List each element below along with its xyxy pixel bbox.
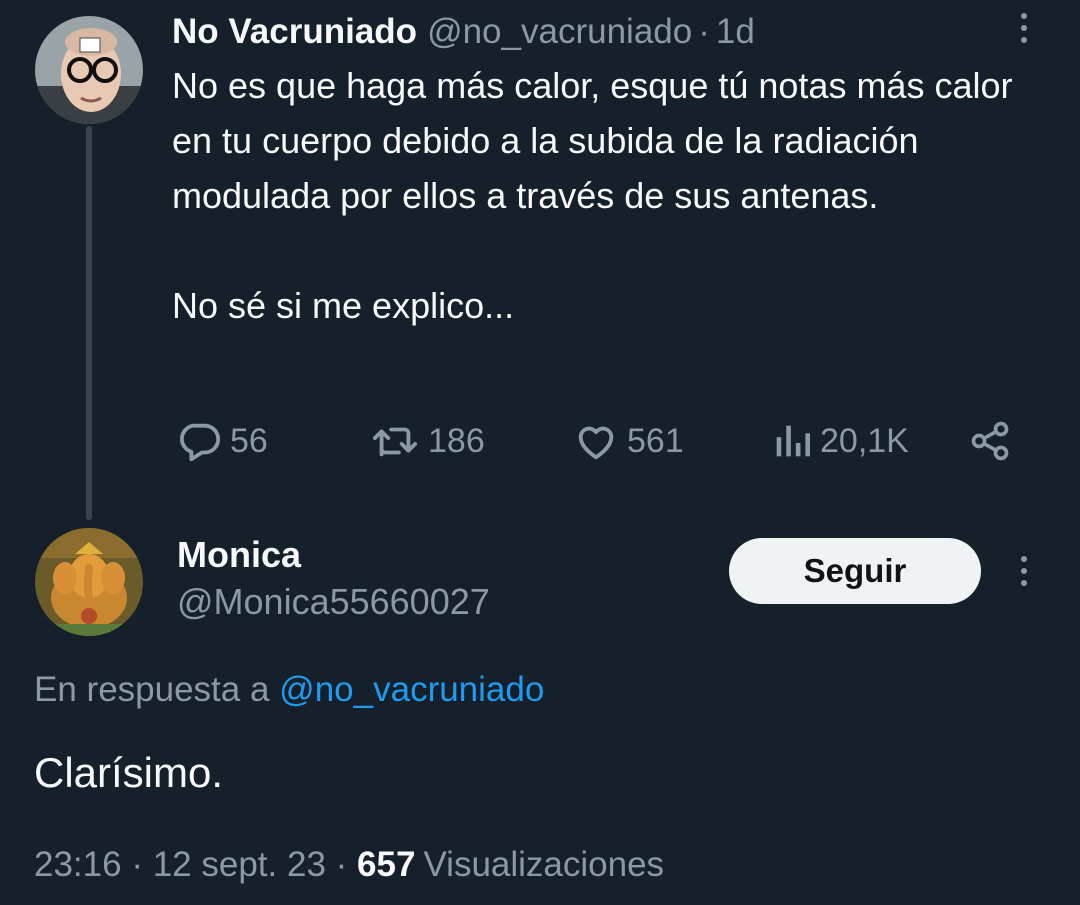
reply-metadata: 23:16 · 12 sept. 23 · 657 Visualizaciones xyxy=(34,843,664,887)
retweet-count: 186 xyxy=(428,421,485,460)
retweet-icon xyxy=(372,427,418,457)
reply-context: En respuesta a @no_vacruniado xyxy=(34,668,544,712)
parent-tweet-paragraph-1: No es que haga más calor, esque tú notas… xyxy=(172,65,1013,216)
reply-action[interactable]: 56 xyxy=(176,416,268,466)
parent-separator: · xyxy=(698,12,710,51)
avatar-man-glasses-icon xyxy=(35,16,143,124)
parent-tweet-paragraph-2: No sé si me explico... xyxy=(172,285,515,326)
parent-avatar[interactable] xyxy=(35,16,143,124)
thread-connector-line xyxy=(86,126,92,520)
avatar-ganesha-icon xyxy=(35,528,143,636)
share-action[interactable] xyxy=(968,416,1012,466)
retweet-action[interactable]: 186 xyxy=(370,416,485,466)
reply-count: 56 xyxy=(230,421,268,460)
meta-separator-2: · xyxy=(335,845,348,884)
reply-author-name[interactable]: Monica xyxy=(177,533,301,577)
parent-author-name[interactable]: No Vacruniado xyxy=(172,12,417,51)
meta-separator-1: · xyxy=(131,845,143,884)
parent-timestamp[interactable]: 1d xyxy=(716,12,755,51)
follow-button[interactable]: Seguir xyxy=(729,538,981,604)
reply-views-count[interactable]: 657 xyxy=(357,845,415,884)
reply-date[interactable]: 12 sept. 23 xyxy=(153,845,326,884)
parent-more-icon[interactable] xyxy=(1019,13,1029,43)
reply-views-label[interactable]: Visualizaciones xyxy=(423,845,664,884)
reply-time[interactable]: 23:16 xyxy=(34,845,122,884)
views-action[interactable]: 20,1K xyxy=(772,416,909,466)
reply-avatar[interactable] xyxy=(35,528,143,636)
reply-more-icon[interactable] xyxy=(1019,556,1029,586)
share-nodes-icon xyxy=(971,421,1009,461)
reply-context-prefix: En respuesta a xyxy=(34,670,270,709)
views-bar-chart-icon xyxy=(776,425,811,457)
parent-tweet-text: No es que haga más calor, esque tú notas… xyxy=(172,58,1052,333)
like-action[interactable]: 561 xyxy=(573,416,684,466)
reply-author-handle[interactable]: @Monica55660027 xyxy=(177,580,490,624)
parent-header: No Vacruniado @no_vacruniado · 1d xyxy=(172,10,755,54)
parent-author-handle[interactable]: @no_vacruniado xyxy=(427,12,692,51)
like-count: 561 xyxy=(627,421,684,460)
heart-icon xyxy=(578,426,614,460)
reply-context-mention-link[interactable]: @no_vacruniado xyxy=(279,670,544,709)
reply-bubble-icon xyxy=(180,423,221,462)
views-count: 20,1K xyxy=(820,421,909,460)
reply-tweet-text: Clarísimo. xyxy=(34,749,224,796)
